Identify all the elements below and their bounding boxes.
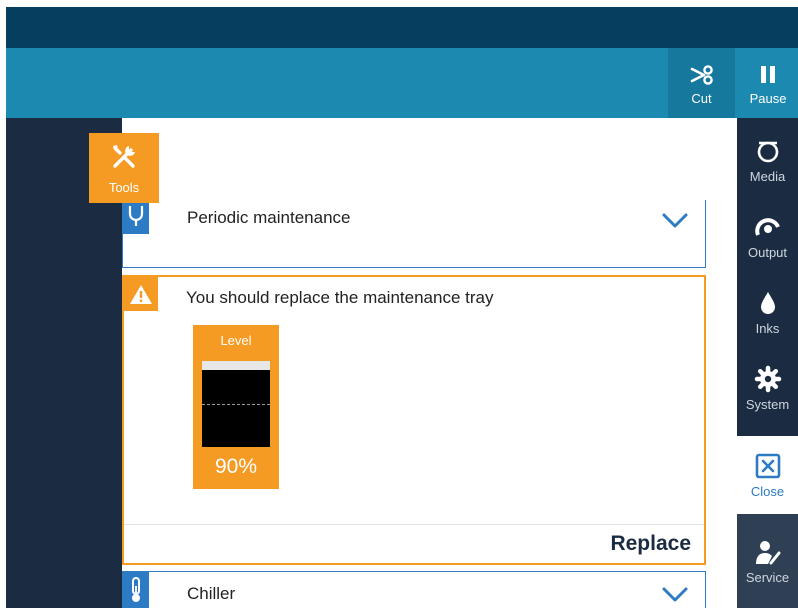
stethoscope-icon bbox=[123, 200, 149, 234]
periodic-maintenance-card[interactable]: Periodic maintenance bbox=[122, 200, 706, 268]
ink-drop-icon bbox=[754, 289, 782, 317]
nav-item-service[interactable]: Service bbox=[737, 514, 798, 608]
chevron-down-icon[interactable] bbox=[661, 212, 689, 234]
nav-label-output: Output bbox=[747, 244, 788, 260]
tools-label: Tools bbox=[108, 179, 140, 195]
title-bar bbox=[6, 7, 798, 48]
replace-button[interactable]: Replace bbox=[610, 532, 691, 556]
nav-label-close: Close bbox=[750, 483, 785, 499]
warning-triangle-icon bbox=[124, 277, 158, 311]
nav-label-service: Service bbox=[745, 569, 790, 585]
nav-label-system: System bbox=[745, 396, 790, 412]
thermometer-icon bbox=[123, 572, 149, 608]
warning-message: You should replace the maintenance tray bbox=[186, 288, 494, 307]
level-gauge: Level 90% bbox=[193, 325, 279, 489]
gauge-midline bbox=[202, 404, 270, 405]
gauge-track bbox=[202, 361, 270, 447]
nav-label-media: Media bbox=[749, 168, 786, 184]
cut-button[interactable]: Cut bbox=[668, 48, 735, 118]
maintenance-tray-warning-card: You should replace the maintenance tray … bbox=[122, 275, 706, 565]
nav-item-output[interactable]: Output bbox=[737, 198, 798, 274]
level-percent: 90% bbox=[214, 455, 258, 478]
service-person-icon bbox=[754, 538, 782, 566]
pause-button[interactable]: Pause bbox=[738, 48, 798, 118]
header-toolbar: Cut Pause bbox=[6, 48, 798, 118]
right-nav: Media Output Inks System Close Service bbox=[737, 118, 798, 608]
tools-tab[interactable]: Tools bbox=[89, 133, 159, 203]
nav-item-close[interactable]: Close bbox=[737, 436, 798, 514]
nav-label-inks: Inks bbox=[755, 320, 780, 336]
pause-label: Pause bbox=[749, 90, 787, 106]
output-icon bbox=[754, 213, 782, 241]
periodic-maintenance-title: Periodic maintenance bbox=[187, 208, 351, 227]
nav-item-media[interactable]: Media bbox=[737, 122, 798, 198]
wrench-screwdriver-icon bbox=[109, 142, 139, 176]
gauge-label: Level bbox=[220, 333, 252, 348]
close-box-icon bbox=[754, 452, 782, 480]
pause-icon bbox=[754, 61, 782, 89]
gear-icon bbox=[754, 365, 782, 393]
cut-label: Cut bbox=[691, 90, 712, 106]
divider bbox=[124, 524, 704, 525]
scissors-icon bbox=[688, 61, 716, 89]
chiller-card[interactable]: Chiller bbox=[122, 571, 706, 608]
chiller-title: Chiller bbox=[187, 584, 236, 603]
gauge-fill bbox=[202, 369, 270, 447]
nav-item-inks[interactable]: Inks bbox=[737, 274, 798, 350]
media-roll-icon bbox=[754, 137, 782, 165]
chevron-down-icon[interactable] bbox=[661, 586, 689, 608]
nav-item-system[interactable]: System bbox=[737, 350, 798, 426]
